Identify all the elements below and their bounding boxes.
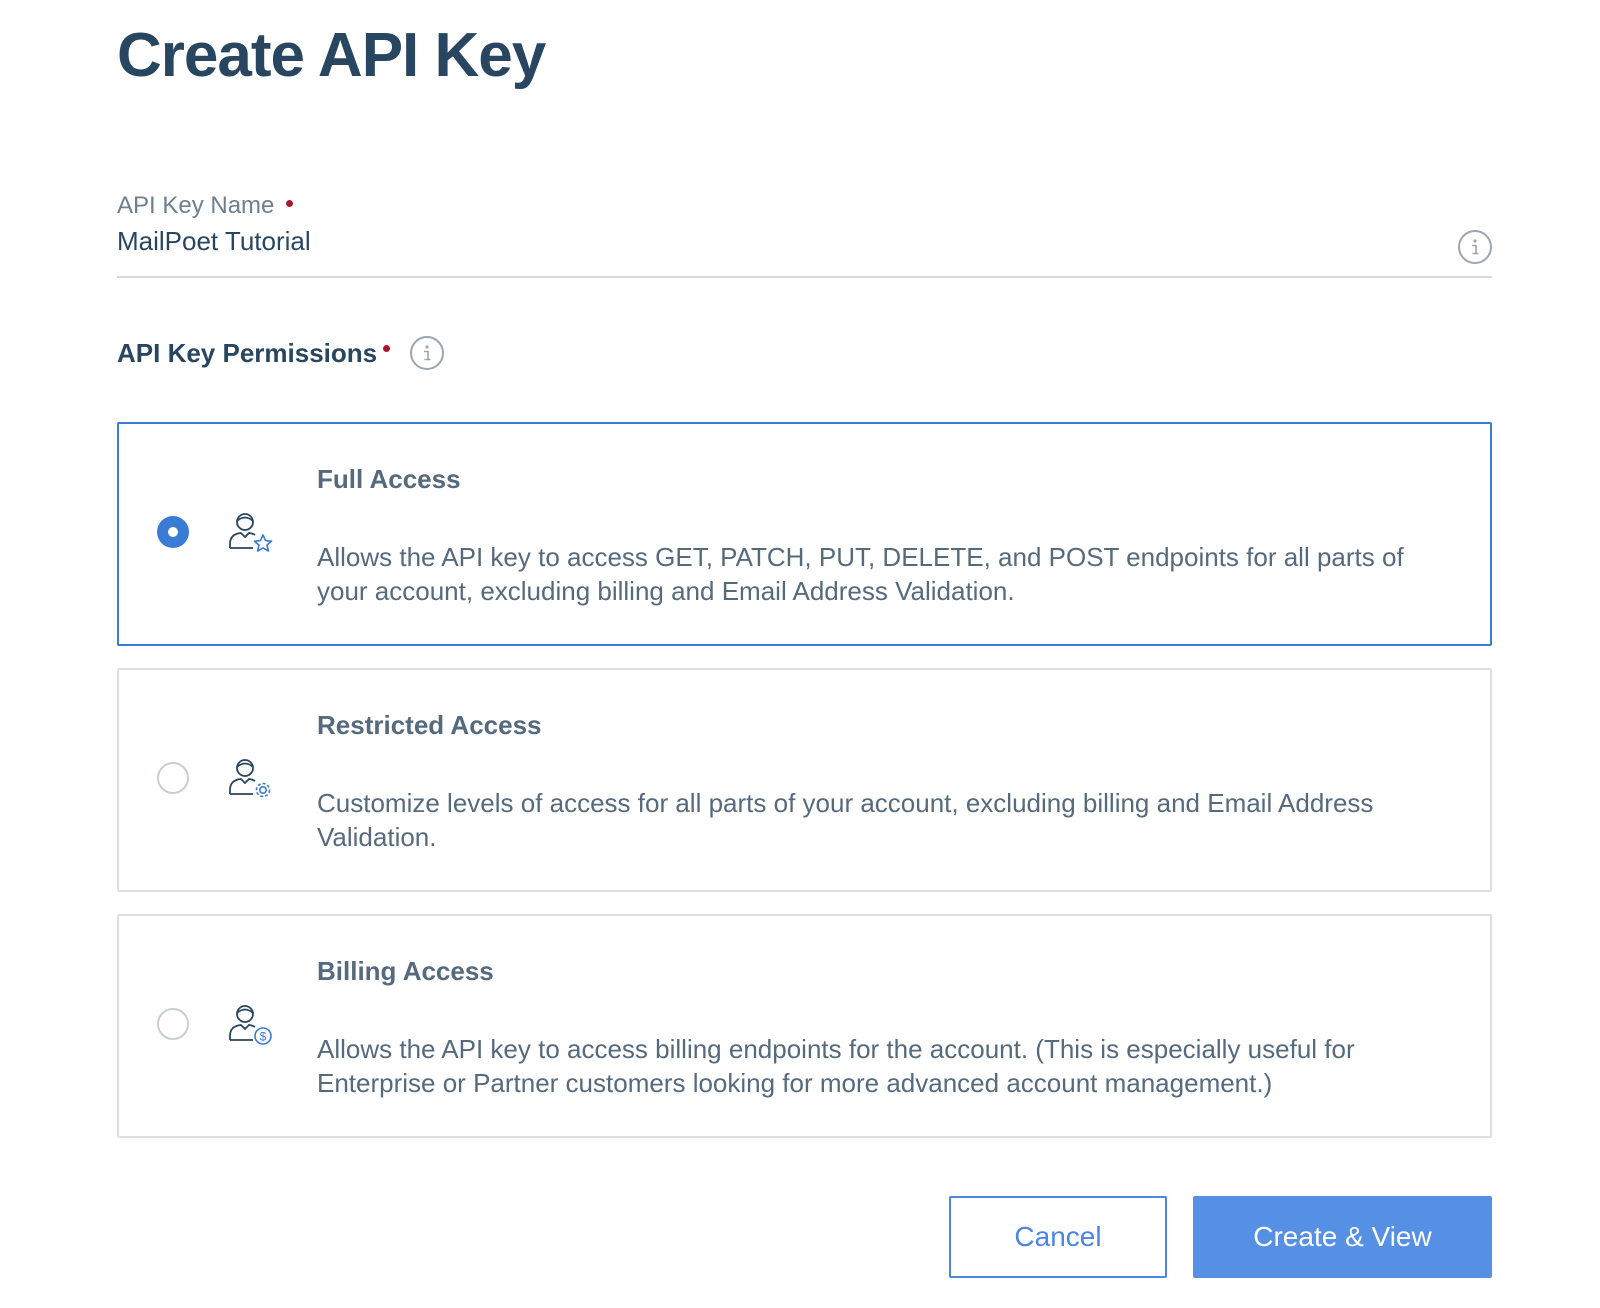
api-key-name-label: API Key Name <box>117 192 294 220</box>
api-key-name-input[interactable] <box>117 226 1417 257</box>
option-description: Customize levels of access for all parts… <box>317 788 1374 852</box>
option-title: Restricted Access <box>317 710 542 740</box>
create-api-key-page: Create API Key API Key Name API Key Perm… <box>0 0 1600 1308</box>
page-title: Create API Key <box>117 21 546 90</box>
permissions-heading: API Key Permissions <box>117 336 445 370</box>
billing-access-radio[interactable] <box>157 1008 189 1040</box>
option-description: Allows the API key to access billing end… <box>317 1034 1355 1098</box>
user-star-icon <box>227 510 275 558</box>
create-and-view-button[interactable]: Create & View <box>1193 1196 1492 1278</box>
info-icon[interactable] <box>410 336 445 370</box>
user-gear-icon <box>227 756 275 804</box>
permission-option-full-access[interactable]: Full Access Allows the API key to access… <box>117 422 1492 646</box>
user-dollar-icon: $ <box>227 1002 275 1050</box>
option-title: Full Access <box>317 464 461 494</box>
api-key-name-label-text: API Key Name <box>117 192 275 219</box>
api-key-name-field: API Key Name <box>117 186 1492 278</box>
option-description: Allows the API key to access GET, PATCH,… <box>317 542 1404 606</box>
restricted-access-radio[interactable] <box>157 762 189 794</box>
permission-option-billing-access[interactable]: $ Billing Access Allows the API key to a… <box>117 914 1492 1138</box>
option-title: Billing Access <box>317 956 494 986</box>
required-indicator <box>286 200 294 207</box>
full-access-radio[interactable] <box>157 516 189 548</box>
info-icon[interactable] <box>1458 230 1492 264</box>
permissions-heading-text: API Key Permissions <box>117 337 378 368</box>
svg-text:$: $ <box>260 1030 267 1044</box>
permission-option-restricted-access[interactable]: Restricted Access Customize levels of ac… <box>117 668 1492 892</box>
required-indicator <box>383 344 391 352</box>
cancel-button[interactable]: Cancel <box>949 1196 1167 1278</box>
